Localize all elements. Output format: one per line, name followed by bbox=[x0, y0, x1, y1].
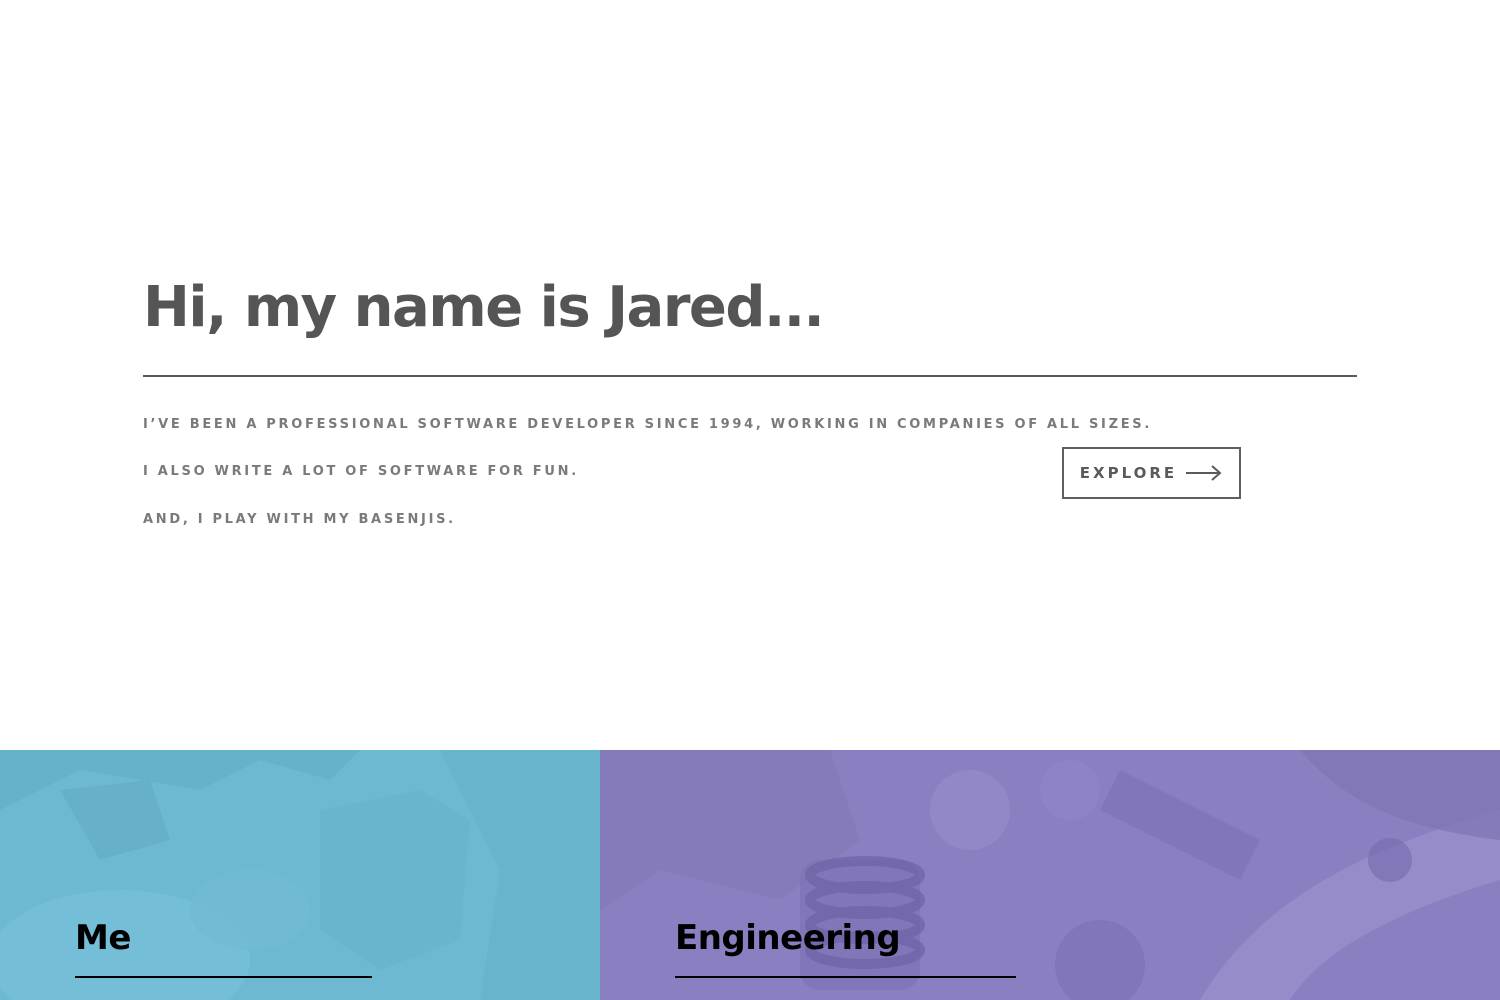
arrow-right-icon bbox=[1185, 463, 1223, 483]
card-engineering-divider bbox=[675, 976, 1016, 978]
card-engineering[interactable]: Engineering bbox=[600, 750, 1500, 1000]
person-photo-blue-tint bbox=[0, 750, 600, 1000]
card-me-title: Me bbox=[75, 918, 131, 958]
page: Hi, my name is Jared... I’VE BEEN A PROF… bbox=[0, 0, 1500, 1000]
card-me[interactable]: Me bbox=[0, 750, 600, 1000]
hero-intro-line-1: I’VE BEEN A PROFESSIONAL SOFTWARE DEVELO… bbox=[143, 417, 1152, 432]
card-me-divider bbox=[75, 976, 372, 978]
explore-button[interactable]: EXPLORE bbox=[1062, 447, 1241, 499]
hero-title: Hi, my name is Jared... bbox=[143, 275, 825, 340]
hero-intro-line-3: AND, I PLAY WITH MY BASENJIS. bbox=[143, 512, 456, 527]
hero-section: Hi, my name is Jared... I’VE BEEN A PROF… bbox=[0, 0, 1500, 750]
explore-button-label: EXPLORE bbox=[1079, 464, 1178, 482]
hero-divider bbox=[143, 375, 1357, 377]
engine-machinery-photo-purple-tint bbox=[600, 750, 1500, 1000]
card-engineering-title: Engineering bbox=[675, 918, 901, 958]
hero-intro-line-2: I ALSO WRITE A LOT OF SOFTWARE FOR FUN. bbox=[143, 464, 579, 479]
